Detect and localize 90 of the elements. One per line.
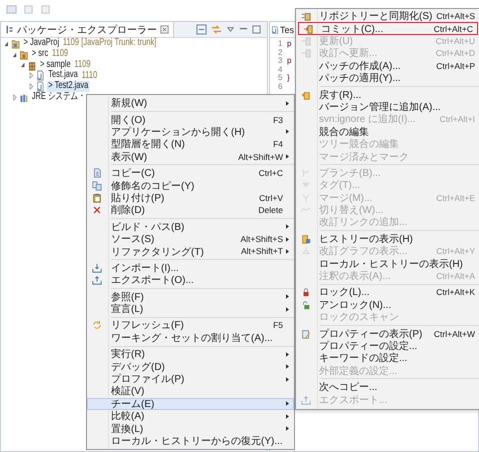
document-icon (92, 168, 102, 178)
tree-item[interactable]: JRE システム・ (30, 92, 87, 103)
tree-item[interactable]: > Test2.java (46, 81, 90, 92)
line-number: 2 (278, 48, 284, 57)
menu-item[interactable]: パッチの作成(A)... Ctrl+Alt+P (296, 60, 479, 72)
source-folder-icon (20, 48, 28, 60)
menu-item[interactable]: 実行(R) (87, 348, 294, 360)
collapse-all-icon[interactable] (196, 24, 207, 35)
line-number: 6 (278, 82, 284, 92)
revision-label: 1109 (52, 49, 68, 60)
java-file-icon (271, 26, 279, 34)
menu-item[interactable]: 比較(A) (87, 410, 294, 422)
refresh-icon (92, 320, 102, 330)
menu-item[interactable]: コミット(C)... Ctrl+Alt+C (298, 22, 478, 35)
toolbar-icon[interactable] (6, 4, 17, 14)
line-number: 3 (278, 57, 284, 66)
documents-icon (92, 180, 102, 191)
menu-item[interactable]: ロック(L)... Ctrl+Alt+K (296, 286, 479, 299)
menu-item[interactable]: ローカル・ヒストリーの表示(H) (296, 257, 479, 270)
menu-item[interactable]: ヒストリーの表示(H) (296, 232, 479, 246)
clipboard-icon (92, 192, 102, 203)
tree-item[interactable]: > sample (38, 60, 72, 70)
code-text: p (287, 57, 292, 66)
menu-item[interactable]: インポート(I)... (87, 262, 294, 274)
menu-item[interactable]: 削除(D) Delete (87, 204, 294, 217)
revision-label: 1110 (82, 70, 98, 81)
menu-item[interactable]: ローカル・ヒストリーからの復元(Y)... (87, 434, 294, 448)
menu-item[interactable]: コピー(C) Ctrl+C (87, 166, 294, 180)
menu-item[interactable]: プロファイル(P) (87, 372, 294, 386)
commit-icon (302, 24, 312, 34)
menu-item[interactable]: 貼り付け(P) Ctrl+V (87, 192, 294, 204)
menu-item[interactable]: 参照(F) (87, 290, 294, 303)
delete-icon (92, 205, 102, 216)
menu-item[interactable]: デバッグ(D) (87, 360, 294, 373)
code-text: p (287, 40, 292, 49)
revision-label: 1109 (74, 60, 91, 70)
repository-label: [JavaProj Trunk: trunk] (81, 38, 156, 48)
menu-item[interactable]: 宣言(L) (87, 302, 294, 316)
code-text: } (287, 74, 290, 83)
line-number: 5 (278, 74, 284, 83)
expander-icon[interactable] (20, 61, 26, 68)
menu-item[interactable]: パッチの適用(Y)... (296, 72, 479, 84)
menu-item[interactable]: アンロック(N)... (296, 298, 479, 311)
menu-item[interactable]: 競合の編集 (296, 126, 479, 138)
menu-item[interactable]: キーワードの設定... (296, 352, 479, 365)
menu-item[interactable]: 戻す(R)... (296, 88, 479, 101)
tree-item[interactable]: > JavaProj (22, 38, 61, 49)
menu-item[interactable]: 開く(O) F3 (87, 113, 294, 126)
menu-item[interactable]: ワーキング・セットの割り当て(A)... (87, 332, 294, 344)
close-icon[interactable] (160, 25, 169, 34)
export-icon (92, 275, 102, 286)
menu-item[interactable]: 新規(W) (87, 97, 294, 110)
unlock-icon (300, 300, 310, 310)
menu-item[interactable]: アプリケーションから開く(H) (87, 126, 294, 138)
menu-item[interactable]: リフレッシュ(F) F5 (87, 319, 294, 332)
menu-item[interactable]: プロパティーの設定... (296, 340, 479, 352)
menu-item[interactable]: 検証(V) (87, 385, 294, 398)
properties-icon (300, 328, 310, 339)
java-file-icon (36, 81, 44, 92)
tree-item[interactable]: Test.java (46, 70, 80, 82)
menu-item[interactable]: 型階層を開く(N) F4 (87, 138, 294, 151)
history-icon (300, 234, 310, 244)
tree-item[interactable]: > src (30, 48, 50, 60)
menu-item[interactable]: チーム(E) (87, 398, 294, 410)
import-icon (92, 262, 102, 273)
export-icon (300, 394, 310, 405)
java-file-icon (36, 70, 44, 82)
project-icon (12, 38, 20, 49)
menu-item[interactable]: 置換(L) (87, 422, 294, 435)
expander-icon[interactable] (12, 50, 18, 58)
menu-item[interactable]: バージョン管理に追加(A)... (296, 100, 479, 114)
menu-item[interactable]: ソース(S) Alt+Shift+S (87, 232, 294, 246)
view-menu-icon[interactable] (226, 25, 235, 34)
menu-item[interactable]: リファクタリング(T) Alt+Shift+T (87, 245, 294, 258)
lock-icon (300, 287, 310, 298)
expander-icon[interactable] (4, 40, 10, 47)
menu-item[interactable]: プロパティーの表示(P) Ctrl+Alt+W (296, 327, 479, 340)
line-number: 1 (278, 40, 284, 49)
revision-label: 1109 (62, 38, 80, 48)
menu-item[interactable]: 次へコピー... (296, 380, 479, 394)
menu-item[interactable]: 修飾名のコピー(Y) (87, 179, 294, 192)
menu-item[interactable]: エクスポート(O)... (87, 274, 294, 286)
menu-item[interactable]: リポジトリーと同期化(S) Ctrl+Alt+S (296, 10, 479, 22)
maximize-icon[interactable] (252, 25, 261, 34)
package-explorer-icon (5, 25, 14, 34)
view-tab[interactable]: パッケージ・エクスプローラー (1, 22, 174, 37)
menu-item[interactable]: ビルド・パス(B) (87, 220, 294, 233)
package-icon (28, 60, 36, 70)
line-number: 4 (278, 66, 284, 74)
menu-item[interactable]: 表示(W) Alt+Shift+W (87, 150, 294, 163)
